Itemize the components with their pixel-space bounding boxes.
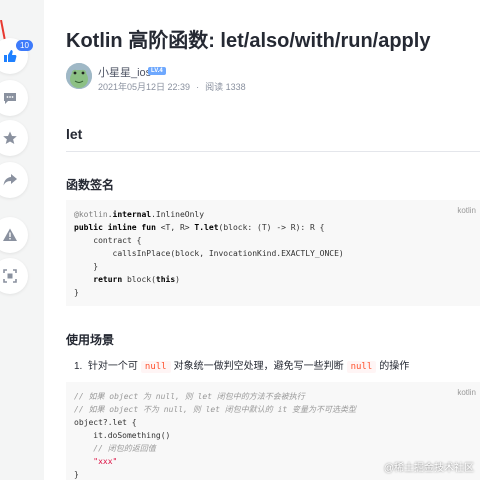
code-lang-label: kotlin: [457, 388, 476, 397]
inline-code: null: [140, 361, 171, 373]
heading-function-signature: 函数签名: [66, 178, 115, 192]
article-meta: 2021年05月12日 22:39 · 阅读 1338: [98, 80, 246, 93]
code-line: return block(this): [74, 275, 180, 284]
heading-let: let: [66, 126, 83, 142]
heading-divider: [66, 151, 480, 152]
share-icon: [3, 174, 17, 186]
article-card: Kotlin 高阶函数: let/also/with/run/apply 小星星…: [44, 0, 480, 480]
author-level-badge: LV.4: [148, 67, 166, 75]
code-block-signature: kotlin @kotlin.internal.InlineOnly publi…: [66, 200, 480, 306]
inline-code: null: [346, 361, 377, 373]
thumbs-up-icon: [4, 50, 17, 62]
article-action-rail: 10: [0, 0, 44, 480]
comment-button[interactable]: [0, 80, 28, 116]
report-button[interactable]: [0, 217, 28, 253]
code-line: @kotlin.internal.InlineOnly: [74, 210, 205, 219]
separator: ·: [196, 82, 200, 92]
code-line: contract {: [74, 236, 142, 245]
comment-icon: [4, 93, 16, 104]
heading-usage-scenarios: 使用场景: [66, 333, 115, 347]
list-item: 1. 针对一个可 null 对象统一做判空处理，避免写一些判断 null 的操作: [74, 361, 410, 373]
read-count: 阅读 1338: [205, 82, 246, 92]
code-line: public inline fun <T, R> T.let(block: (T…: [74, 223, 325, 232]
share-button[interactable]: [0, 162, 28, 198]
code-line: // 闭包的返回值: [74, 444, 156, 453]
fullscreen-icon: [3, 269, 17, 283]
code-line: // 如果 object 不为 null, 则 let 闭包中默认的 it 变量…: [74, 405, 357, 414]
like-count-badge: 10: [16, 40, 33, 51]
code-line: callsInPlace(block, InvocationKind.EXACT…: [74, 249, 344, 258]
site-watermark: @稀土掘金技术社区: [383, 463, 474, 474]
author-avatar[interactable]: [66, 63, 92, 89]
collect-button[interactable]: [0, 120, 28, 156]
code-line: it.doSomething(): [74, 431, 171, 440]
publish-date: 2021年05月12日 22:39: [98, 82, 191, 92]
star-icon: [3, 131, 17, 144]
code-lang-label: kotlin: [457, 206, 476, 215]
code-line: object?.let {: [74, 418, 137, 427]
author-name-link[interactable]: 小星星_ios: [98, 64, 151, 80]
code-line: }: [74, 262, 99, 271]
article-title: Kotlin 高阶函数: let/also/with/run/apply: [66, 30, 431, 52]
report-icon: [3, 228, 17, 241]
code-line: // 如果 object 为 null, 则 let 闭包中的方法不会被执行: [74, 392, 305, 401]
code-line: }: [74, 288, 79, 297]
fullscreen-button[interactable]: [0, 258, 28, 294]
frog-avatar-icon: [66, 63, 92, 89]
